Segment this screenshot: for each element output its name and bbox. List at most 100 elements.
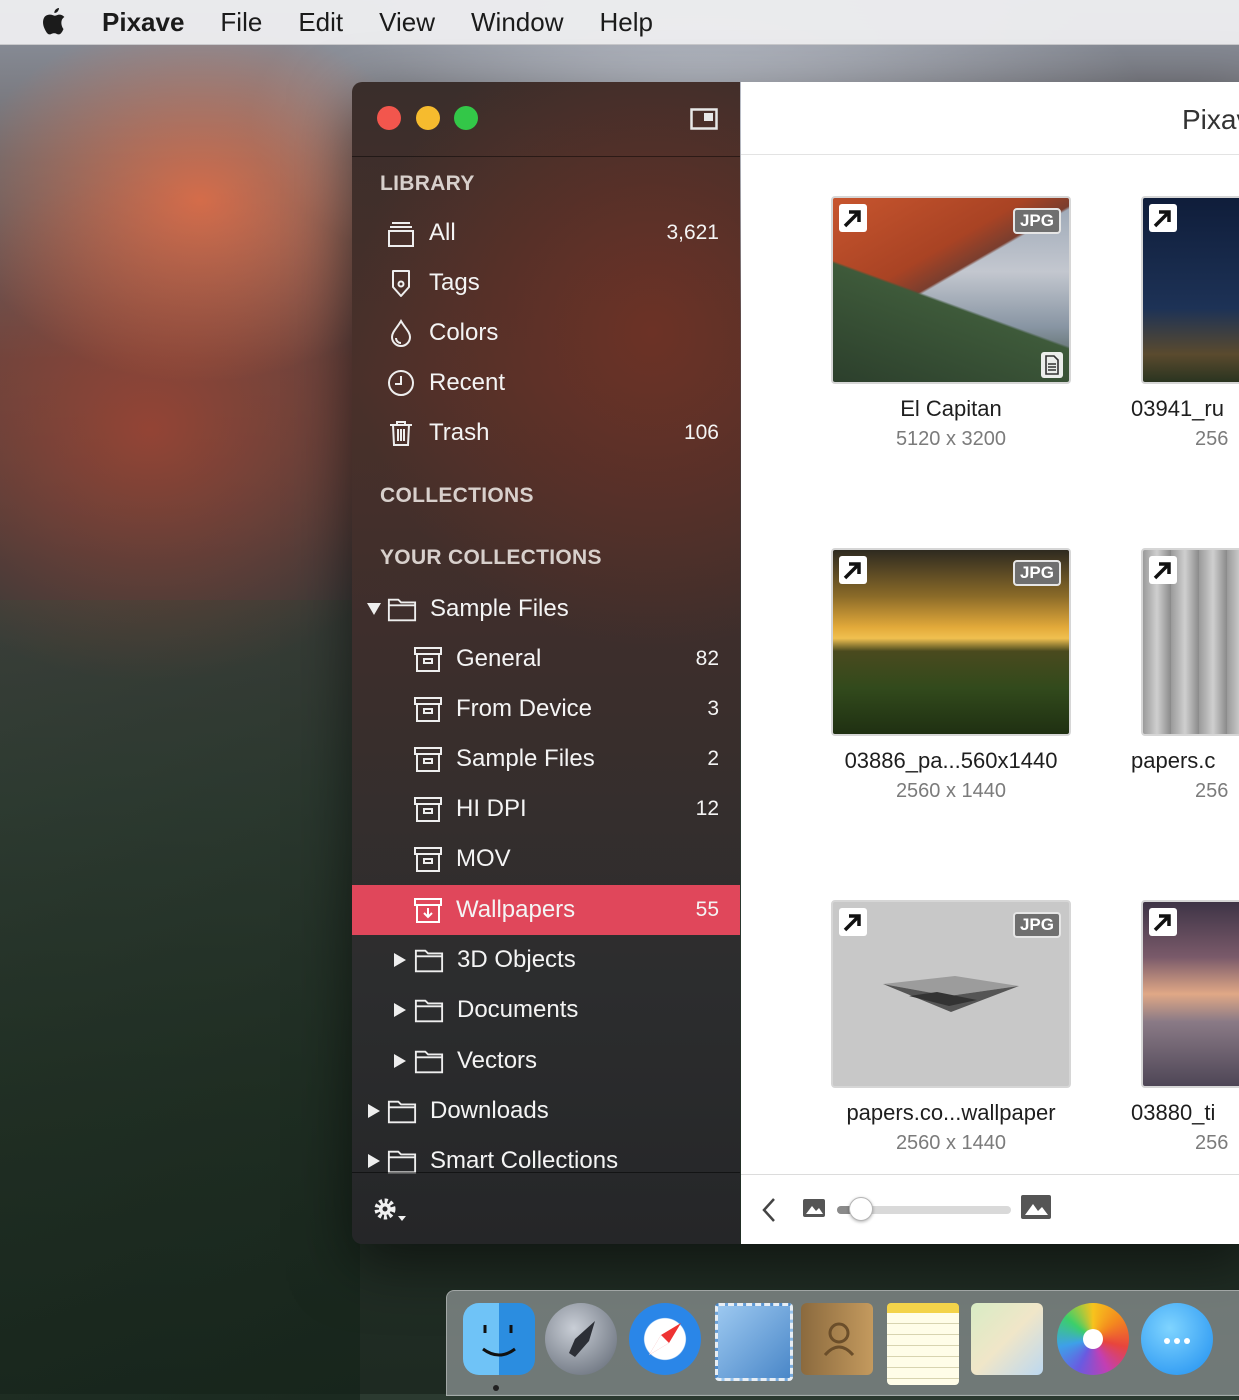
alias-arrow-icon	[839, 556, 867, 584]
image-name: papers.c	[1131, 748, 1216, 773]
disclosure-down-icon[interactable]	[364, 599, 384, 619]
sidebar-item-label: Colors	[429, 319, 499, 346]
apple-icon[interactable]	[40, 6, 68, 38]
sidebar-item-label: Wallpapers	[456, 896, 576, 923]
sidebar-item-count: 106	[683, 421, 719, 444]
chevron-left-icon[interactable]	[761, 1197, 777, 1223]
disclosure-right-icon[interactable]	[390, 1051, 410, 1071]
large-thumbnail-icon[interactable]	[1021, 1195, 1051, 1219]
sidebar-item-colors[interactable]: Colors	[352, 308, 740, 358]
sidebar-item-label: General	[456, 645, 542, 672]
menu-view[interactable]: View	[379, 7, 435, 38]
image-name: papers.co...wallpaper	[846, 1100, 1056, 1125]
disclosure-right-icon[interactable]	[364, 1101, 384, 1121]
gear-icon[interactable]	[372, 1197, 410, 1225]
tag-icon	[386, 268, 416, 298]
dock	[446, 1290, 1239, 1396]
sidebar-folder-documents[interactable]: Documents	[352, 985, 740, 1035]
sidebar-folder-vectors[interactable]: Vectors	[352, 1036, 740, 1086]
menu-app-name[interactable]: Pixave	[102, 7, 184, 38]
box-icon	[413, 694, 443, 724]
folder-icon	[387, 594, 417, 624]
maps-icon[interactable]	[971, 1303, 1043, 1375]
stack-icon	[386, 218, 416, 248]
contacts-icon[interactable]	[801, 1303, 873, 1375]
box-icon	[413, 744, 443, 774]
messages-icon[interactable]	[1141, 1303, 1213, 1375]
trash-icon	[386, 418, 416, 448]
image-name: 03880_ti	[1131, 1100, 1216, 1125]
image-name: 03941_ru	[1131, 396, 1224, 421]
zoom-slider-knob[interactable]	[849, 1197, 873, 1221]
sidebar-item-all[interactable]: All 3,621	[352, 208, 740, 258]
sidebar-item-from-device[interactable]: From Device 3	[352, 684, 740, 734]
minimize-button[interactable]	[416, 106, 440, 130]
sidebar-folder-downloads[interactable]: Downloads	[352, 1086, 740, 1136]
image-thumbnail[interactable]	[1141, 196, 1239, 384]
image-dimensions: 2560 x 1440	[895, 1132, 1007, 1154]
image-thumbnail[interactable]	[1141, 900, 1239, 1088]
box-icon	[413, 844, 443, 874]
close-button[interactable]	[377, 106, 401, 130]
image-thumbnail[interactable]	[1141, 548, 1239, 736]
box-download-icon	[413, 895, 443, 925]
sidebar-item-trash[interactable]: Trash 106	[352, 408, 740, 458]
sidebar-item-count: 55	[695, 898, 719, 921]
image-name: 03886_pa...560x1440	[844, 748, 1058, 773]
box-icon	[413, 644, 443, 674]
notes-icon[interactable]	[887, 1303, 959, 1385]
sidebar-item-mov[interactable]: MOV	[352, 834, 740, 884]
sidebar-item-label: Documents	[457, 996, 579, 1023]
finder-icon[interactable]	[463, 1303, 535, 1375]
sidebar-item-general[interactable]: General 82	[352, 634, 740, 684]
sidebar-item-hi-dpi[interactable]: HI DPI 12	[352, 784, 740, 834]
menu-bar: Pixave File Edit View Window Help	[0, 0, 1239, 45]
disclosure-right-icon[interactable]	[364, 1151, 384, 1171]
image-dimensions: 5120 x 3200	[895, 428, 1007, 450]
small-thumbnail-icon[interactable]	[803, 1199, 825, 1217]
folder-icon	[387, 1096, 417, 1126]
sidebar-item-count: 2	[707, 747, 719, 770]
disclosure-right-icon[interactable]	[390, 1000, 410, 1020]
safari-icon[interactable]	[629, 1303, 701, 1375]
sidebar-item-count: 12	[695, 797, 719, 820]
mail-icon[interactable]	[715, 1303, 793, 1381]
menu-edit[interactable]: Edit	[298, 7, 343, 38]
sidebar-toggle-icon[interactable]	[690, 108, 718, 130]
sidebar-item-tags[interactable]: Tags	[352, 258, 740, 308]
zoom-button[interactable]	[454, 106, 478, 130]
content-footer	[741, 1174, 1239, 1244]
launchpad-icon[interactable]	[545, 1303, 617, 1375]
collections-header[interactable]: COLLECTIONS	[380, 484, 534, 508]
menu-file[interactable]: File	[220, 7, 262, 38]
disclosure-right-icon[interactable]	[390, 950, 410, 970]
sidebar-folder-3d-objects[interactable]: 3D Objects	[352, 935, 740, 985]
zoom-slider[interactable]	[837, 1197, 1011, 1221]
image-dimensions: 2560 x 1440	[895, 780, 1007, 802]
library-header: LIBRARY	[380, 172, 475, 195]
sidebar-item-label: All	[429, 219, 456, 246]
clock-icon	[386, 368, 416, 398]
sidebar-item-label: Sample Files	[456, 745, 595, 772]
content-header: Pixave	[741, 82, 1239, 155]
document-icon	[1041, 352, 1063, 378]
sidebar-item-wallpapers[interactable]: Wallpapers 55	[352, 885, 740, 935]
running-indicator	[493, 1385, 499, 1391]
file-type-badge: JPG	[1012, 560, 1061, 586]
sidebar-item-label: Tags	[429, 269, 480, 296]
alias-arrow-icon	[839, 908, 867, 936]
photos-icon[interactable]	[1057, 1303, 1129, 1375]
your-collections-header[interactable]: YOUR COLLECTIONS	[380, 546, 602, 570]
sidebar-item-label: Sample Files	[430, 595, 569, 622]
sidebar-item-sample-files-box[interactable]: Sample Files 2	[352, 734, 740, 784]
menu-help[interactable]: Help	[600, 7, 653, 38]
menu-window[interactable]: Window	[471, 7, 563, 38]
content-pane: Pixave JPG El Capitan 5120 x 3200	[741, 82, 1239, 1244]
sidebar-folder-sample-files[interactable]: Sample Files	[352, 584, 740, 634]
sidebar-item-recent[interactable]: Recent	[352, 358, 740, 408]
image-thumbnail[interactable]: JPG	[831, 196, 1071, 384]
sidebar-item-label: HI DPI	[456, 795, 527, 822]
sidebar-item-label: MOV	[456, 845, 511, 872]
image-thumbnail[interactable]: JPG	[831, 548, 1071, 736]
image-thumbnail[interactable]: JPG	[831, 900, 1071, 1088]
